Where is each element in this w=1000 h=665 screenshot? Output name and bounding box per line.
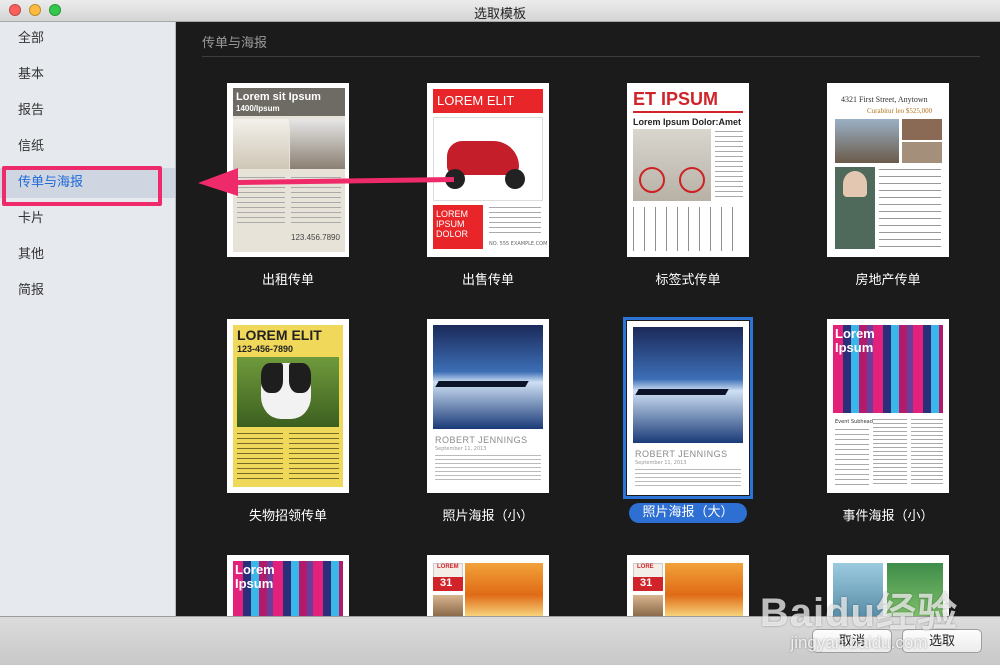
template-title: Lorem sit Ipsum	[236, 91, 321, 103]
section-title: 传单与海报	[202, 36, 268, 51]
template-photo-poster-small[interactable]: ROBERT JENNINGS September 11, 2013	[427, 319, 549, 493]
template-subtitle: September 11, 2013	[635, 460, 687, 466]
sidebar-item-all[interactable]: 全部	[0, 24, 175, 54]
photo-placeholder	[290, 119, 345, 169]
template-label[interactable]: 照片海报（大）	[629, 503, 747, 523]
template-subtitle: Curabitur leo $525,000	[867, 107, 933, 115]
template-title: Lorem Ipsum	[235, 562, 275, 591]
template-event-poster-large[interactable]: Lorem Ipsum	[227, 555, 349, 616]
template-title: 4321 First Street, Anytown	[841, 95, 928, 104]
pier-image	[433, 325, 543, 429]
template-subtitle: 123-456-7890	[237, 344, 294, 354]
sidebar-item-other[interactable]: 其他	[0, 240, 175, 270]
template-label[interactable]: 照片海报（小）	[388, 505, 588, 524]
choose-button[interactable]: 选取	[902, 629, 982, 653]
template-label[interactable]: 房地产传单	[788, 269, 988, 288]
template-school-poster[interactable]	[827, 555, 949, 616]
template-url: NO. 555 EXAMPLE.COM	[489, 241, 548, 247]
sidebar-item-newsletters[interactable]: 简报	[0, 276, 175, 306]
template-phone: 123.456.7890	[291, 233, 340, 242]
sidebar: 全部 基本 报告 信纸 传单与海报 卡片 其他 简报	[0, 22, 176, 616]
template-calendar-poster-large[interactable]: LORE 31	[627, 555, 749, 616]
template-title: LOREM ELIT	[237, 327, 322, 343]
house-image	[835, 119, 899, 163]
template-rental-flyer[interactable]: Lorem sit Ipsum 1400/Ipsum 123.456.7890	[227, 83, 349, 257]
template-subtitle: Event Subhead	[835, 419, 873, 425]
agent-photo	[843, 171, 867, 197]
sidebar-item-stationery[interactable]: 信纸	[0, 132, 175, 162]
template-gallery: 传单与海报 Lorem sit Ipsum 1400/Ipsum 123.456…	[176, 22, 1000, 616]
template-label[interactable]: 出售传单	[388, 269, 588, 288]
template-number: 31	[640, 577, 653, 589]
template-subtitle: Lorem Ipsum Dolor:Amet	[633, 117, 742, 127]
template-title: LOREM ELIT	[437, 93, 515, 108]
template-title: ROBERT JENNINGS	[635, 449, 728, 459]
template-subtitle: 1400/Ipsum	[236, 104, 280, 113]
template-title: Lorem Ipsum	[835, 326, 875, 355]
template-title: ET IPSUM	[633, 89, 719, 109]
template-number: 31	[440, 577, 453, 589]
template-sale-flyer[interactable]: LOREM ELIT LOREM IPSUM DOLOR NO. 555 EXA…	[427, 83, 549, 257]
section-divider	[202, 56, 980, 57]
sidebar-item-basic[interactable]: 基本	[0, 60, 175, 90]
template-tag-flyer[interactable]: ET IPSUM Lorem Ipsum Dolor:Amet	[627, 83, 749, 257]
template-label[interactable]: 失物招领传单	[188, 505, 388, 524]
template-subtitle: September 11, 2013	[435, 446, 487, 452]
sunset-image	[665, 563, 743, 616]
photo-placeholder	[833, 563, 883, 616]
sidebar-item-flyers-posters[interactable]: 传单与海报	[0, 168, 175, 198]
template-event-poster-small[interactable]: Lorem Ipsum Event Subhead	[827, 319, 949, 493]
template-title: ROBERT JENNINGS	[435, 435, 528, 445]
sunset-image	[465, 563, 543, 616]
sidebar-item-cards[interactable]: 卡片	[0, 204, 175, 234]
cancel-button[interactable]: 取消	[812, 629, 892, 653]
sidebar-item-reports[interactable]: 报告	[0, 96, 175, 126]
pier-image	[633, 327, 743, 443]
photo-placeholder	[887, 563, 943, 616]
template-calendar-poster-small[interactable]: LOREM 31	[427, 555, 549, 616]
template-label[interactable]: 标签式传单	[588, 269, 788, 288]
title-bar: 选取模板	[0, 0, 1000, 22]
bottom-bar: 取消 选取	[0, 616, 1000, 665]
template-real-estate-flyer[interactable]: 4321 First Street, Anytown Curabitur leo…	[827, 83, 949, 257]
template-box-text: LOREM IPSUM DOLOR	[436, 209, 469, 239]
template-title: LOREM	[437, 564, 459, 570]
template-label[interactable]: 事件海报（小）	[788, 505, 988, 524]
template-photo-poster-large[interactable]: ROBERT JENNINGS September 11, 2013	[623, 317, 753, 499]
window-title: 选取模板	[473, 7, 526, 22]
template-lost-found-flyer[interactable]: LOREM ELIT 123-456-7890	[227, 319, 349, 493]
template-label[interactable]: 出租传单	[188, 269, 388, 288]
photo-placeholder	[233, 119, 289, 169]
template-title: LORE	[637, 564, 654, 570]
